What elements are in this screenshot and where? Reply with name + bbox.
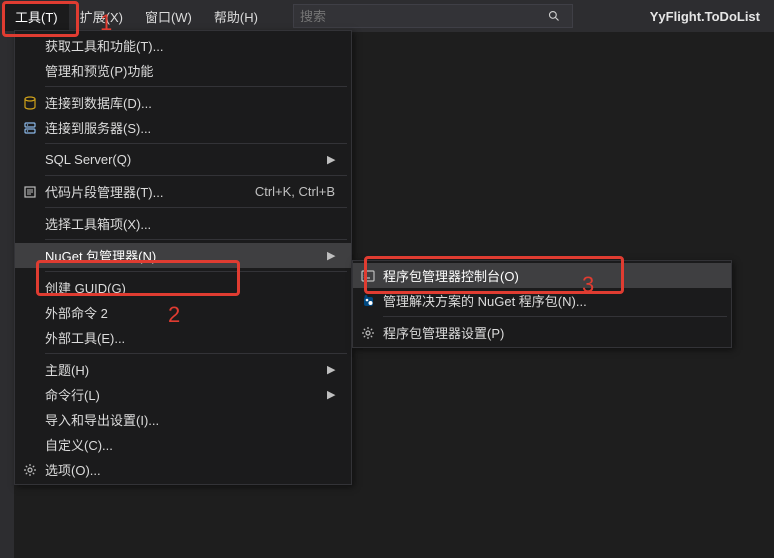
tools-menu-item-connect-db[interactable]: 连接到数据库(D)... [15, 90, 351, 115]
nuget-icon [353, 293, 383, 309]
tools-menu-item-toolbox-label: 选择工具箱项(X)... [45, 214, 335, 233]
search-input[interactable] [294, 7, 548, 26]
tools-dropdown: 获取工具和功能(T)... 管理和预览(P)功能连接到数据库(D)... 连接到服务… [14, 30, 352, 485]
menubar-help[interactable]: 帮助(H) [203, 2, 269, 31]
nuget-menu-item-manage-nuget-label: 管理解决方案的 NuGet 程序包(N)... [383, 291, 715, 310]
tools-menu-item-connect-server[interactable]: 连接到服务器(S)... [15, 115, 351, 140]
tools-menu-item-toolbox[interactable]: 选择工具箱项(X)... [15, 211, 351, 236]
server-icon [15, 120, 45, 136]
tools-menu-item-separator [45, 353, 347, 354]
tools-menu-item-get-tools-label: 获取工具和功能(T)... [45, 36, 335, 55]
tools-menu-item-command-line[interactable]: 命令行(L) ▶ [15, 382, 351, 407]
nuget-menu-item-pm-settings[interactable]: 程序包管理器设置(P) [353, 320, 731, 345]
tools-menu-item-get-tools[interactable]: 获取工具和功能(T)... [15, 33, 351, 58]
tools-menu-item-options[interactable]: 选项(O)... [15, 457, 351, 482]
tools-menu-item-nuget[interactable]: NuGet 包管理器(N) ▶ [15, 243, 351, 268]
console-icon [353, 268, 383, 284]
nuget-menu-item-separator [383, 316, 727, 317]
search-icon[interactable] [548, 10, 572, 22]
snippet-icon [15, 184, 45, 200]
menubar-extensions[interactable]: 扩展(X) [69, 2, 134, 31]
nuget-menu-item-manage-nuget[interactable]: 管理解决方案的 NuGet 程序包(N)... [353, 288, 731, 313]
gear-icon [15, 462, 45, 478]
tab-well-left [0, 32, 14, 558]
tools-menu-item-create-guid[interactable]: 创建 GUID(G) [15, 275, 351, 300]
menubar-window[interactable]: 窗口(W) [134, 2, 203, 31]
tools-menu-item-separator [45, 271, 347, 272]
searchbox[interactable] [293, 4, 573, 28]
solution-name[interactable]: YyFlight.ToDoList [644, 6, 766, 27]
tools-menu-item-separator [45, 143, 347, 144]
tools-menu-item-separator [45, 175, 347, 176]
tools-menu-item-customize[interactable]: 自定义(C)... [15, 432, 351, 457]
tools-menu-item-manage-preview[interactable]: 管理和预览(P)功能 [15, 58, 351, 83]
tools-menu-item-ext-cmd-2[interactable]: 外部命令 2 [15, 300, 351, 325]
chevron-right-icon: ▶ [327, 249, 335, 262]
chevron-right-icon: ▶ [327, 388, 335, 401]
tools-menu-item-snippet-mgr-shortcut: Ctrl+K, Ctrl+B [255, 184, 335, 199]
nuget-submenu: 程序包管理器控制台(O) 管理解决方案的 NuGet 程序包(N)... 程序包管理… [352, 260, 732, 348]
tools-menu-item-snippet-mgr-label: 代码片段管理器(T)... [45, 182, 225, 201]
tools-menu-item-theme[interactable]: 主题(H) ▶ [15, 357, 351, 382]
tools-menu-item-manage-preview-label: 管理和预览(P)功能 [45, 61, 335, 80]
tools-menu-item-import-export-label: 导入和导出设置(I)... [45, 410, 335, 429]
tools-menu-item-separator [45, 239, 347, 240]
nuget-menu-item-pm-console[interactable]: 程序包管理器控制台(O) [353, 263, 731, 288]
tools-menu-item-ext-tools[interactable]: 外部工具(E)... [15, 325, 351, 350]
nuget-menu-item-pm-settings-label: 程序包管理器设置(P) [383, 323, 715, 342]
tools-menu-item-theme-label: 主题(H) [45, 360, 307, 379]
database-icon [15, 95, 45, 111]
tools-menu-item-import-export[interactable]: 导入和导出设置(I)... [15, 407, 351, 432]
tools-menu-item-separator [45, 207, 347, 208]
tools-menu-item-connect-db-label: 连接到数据库(D)... [45, 93, 335, 112]
gear-icon [353, 325, 383, 341]
nuget-menu-item-pm-console-label: 程序包管理器控制台(O) [383, 266, 715, 285]
chevron-right-icon: ▶ [327, 363, 335, 376]
tools-menu-item-snippet-mgr[interactable]: 代码片段管理器(T)... Ctrl+K, Ctrl+B [15, 179, 351, 204]
tools-menu-item-command-line-label: 命令行(L) [45, 385, 307, 404]
tools-menu-item-sql-server-label: SQL Server(Q) [45, 152, 307, 167]
tools-menu-item-ext-cmd-2-label: 外部命令 2 [45, 303, 335, 322]
tools-menu-item-create-guid-label: 创建 GUID(G) [45, 278, 335, 297]
tools-menu-item-customize-label: 自定义(C)... [45, 435, 335, 454]
tools-menu-item-options-label: 选项(O)... [45, 460, 335, 479]
menubar-tools[interactable]: 工具(T) [4, 2, 69, 31]
tools-menu-item-connect-server-label: 连接到服务器(S)... [45, 118, 335, 137]
menubar: 工具(T) 扩展(X) 窗口(W) 帮助(H) YyFlight.ToDoLis… [0, 0, 774, 32]
tools-menu-item-ext-tools-label: 外部工具(E)... [45, 328, 335, 347]
tools-menu-item-separator [45, 86, 347, 87]
chevron-right-icon: ▶ [327, 153, 335, 166]
tools-menu-item-sql-server[interactable]: SQL Server(Q) ▶ [15, 147, 351, 172]
tools-menu-item-nuget-label: NuGet 包管理器(N) [45, 246, 307, 265]
